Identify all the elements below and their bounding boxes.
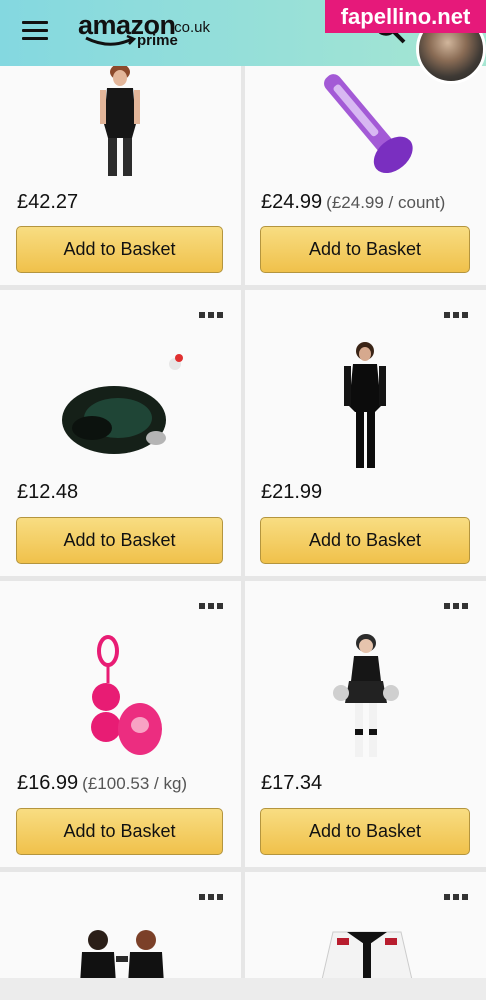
product-price: £12.48 [17,481,82,504]
add-to-basket-button[interactable]: Add to Basket [260,226,470,273]
product-image-devil-costume-couple[interactable] [72,928,172,984]
product-image-black-catsuit[interactable] [335,342,395,468]
add-to-basket-button[interactable]: Add to Basket [16,808,223,855]
add-to-basket-button[interactable]: Add to Basket [260,517,470,564]
product-price: £21.99 [261,481,326,504]
product-image-pink-love-balls[interactable] [78,635,168,759]
more-options-icon[interactable] [199,894,225,902]
more-options-icon[interactable] [199,312,225,320]
logo-prime: prime [137,32,178,49]
product-image-lingerie-bodysuit[interactable] [80,66,160,178]
product-price: £42.27 [17,191,82,214]
add-to-basket-button[interactable]: Add to Basket [16,226,223,273]
price-value: £12.48 [17,481,79,503]
product-card[interactable]: £16.99 (£100.53 / kg) Add to Basket [0,581,241,867]
price-value: £16.99 [17,772,79,794]
more-options-icon[interactable] [444,312,470,320]
product-image-fox-tail-plug[interactable] [58,348,198,464]
product-card[interactable]: £42.27 Add to Basket [0,66,241,285]
add-to-basket-button[interactable]: Add to Basket [260,808,470,855]
price-value: £24.99 [261,191,323,213]
product-image-wand-massager[interactable] [307,68,427,176]
price-value: £17.34 [261,772,323,794]
product-price: £24.99 (£24.99 / count) [261,191,445,214]
amazon-prime-logo[interactable]: amazon .co.uk prime [78,10,218,54]
product-card[interactable]: £17.34 Add to Basket [245,581,486,867]
watermark-badge: fapellino.net [325,0,486,33]
more-options-icon[interactable] [444,603,470,611]
product-image-cheerleader-costume[interactable] [333,633,399,757]
bottom-nav-bar [0,978,486,1000]
more-options-icon[interactable] [444,894,470,902]
price-value: £42.27 [17,191,79,213]
add-to-basket-button[interactable]: Add to Basket [16,517,223,564]
product-price: £17.34 [261,772,326,795]
product-card[interactable]: £24.99 (£24.99 / count) Add to Basket [245,66,486,285]
product-card[interactable]: £12.48 Add to Basket [0,290,241,576]
product-card[interactable]: £21.99 Add to Basket [245,290,486,576]
menu-icon[interactable] [22,20,48,42]
more-options-icon[interactable] [199,603,225,611]
smile-arrow-icon [85,34,137,46]
unit-price: (£100.53 / kg) [82,774,188,793]
product-price: £16.99 (£100.53 / kg) [17,772,187,795]
product-image-schoolgirl-costume[interactable] [317,924,417,984]
unit-price: (£24.99 / count) [326,193,446,212]
price-value: £21.99 [261,481,323,503]
